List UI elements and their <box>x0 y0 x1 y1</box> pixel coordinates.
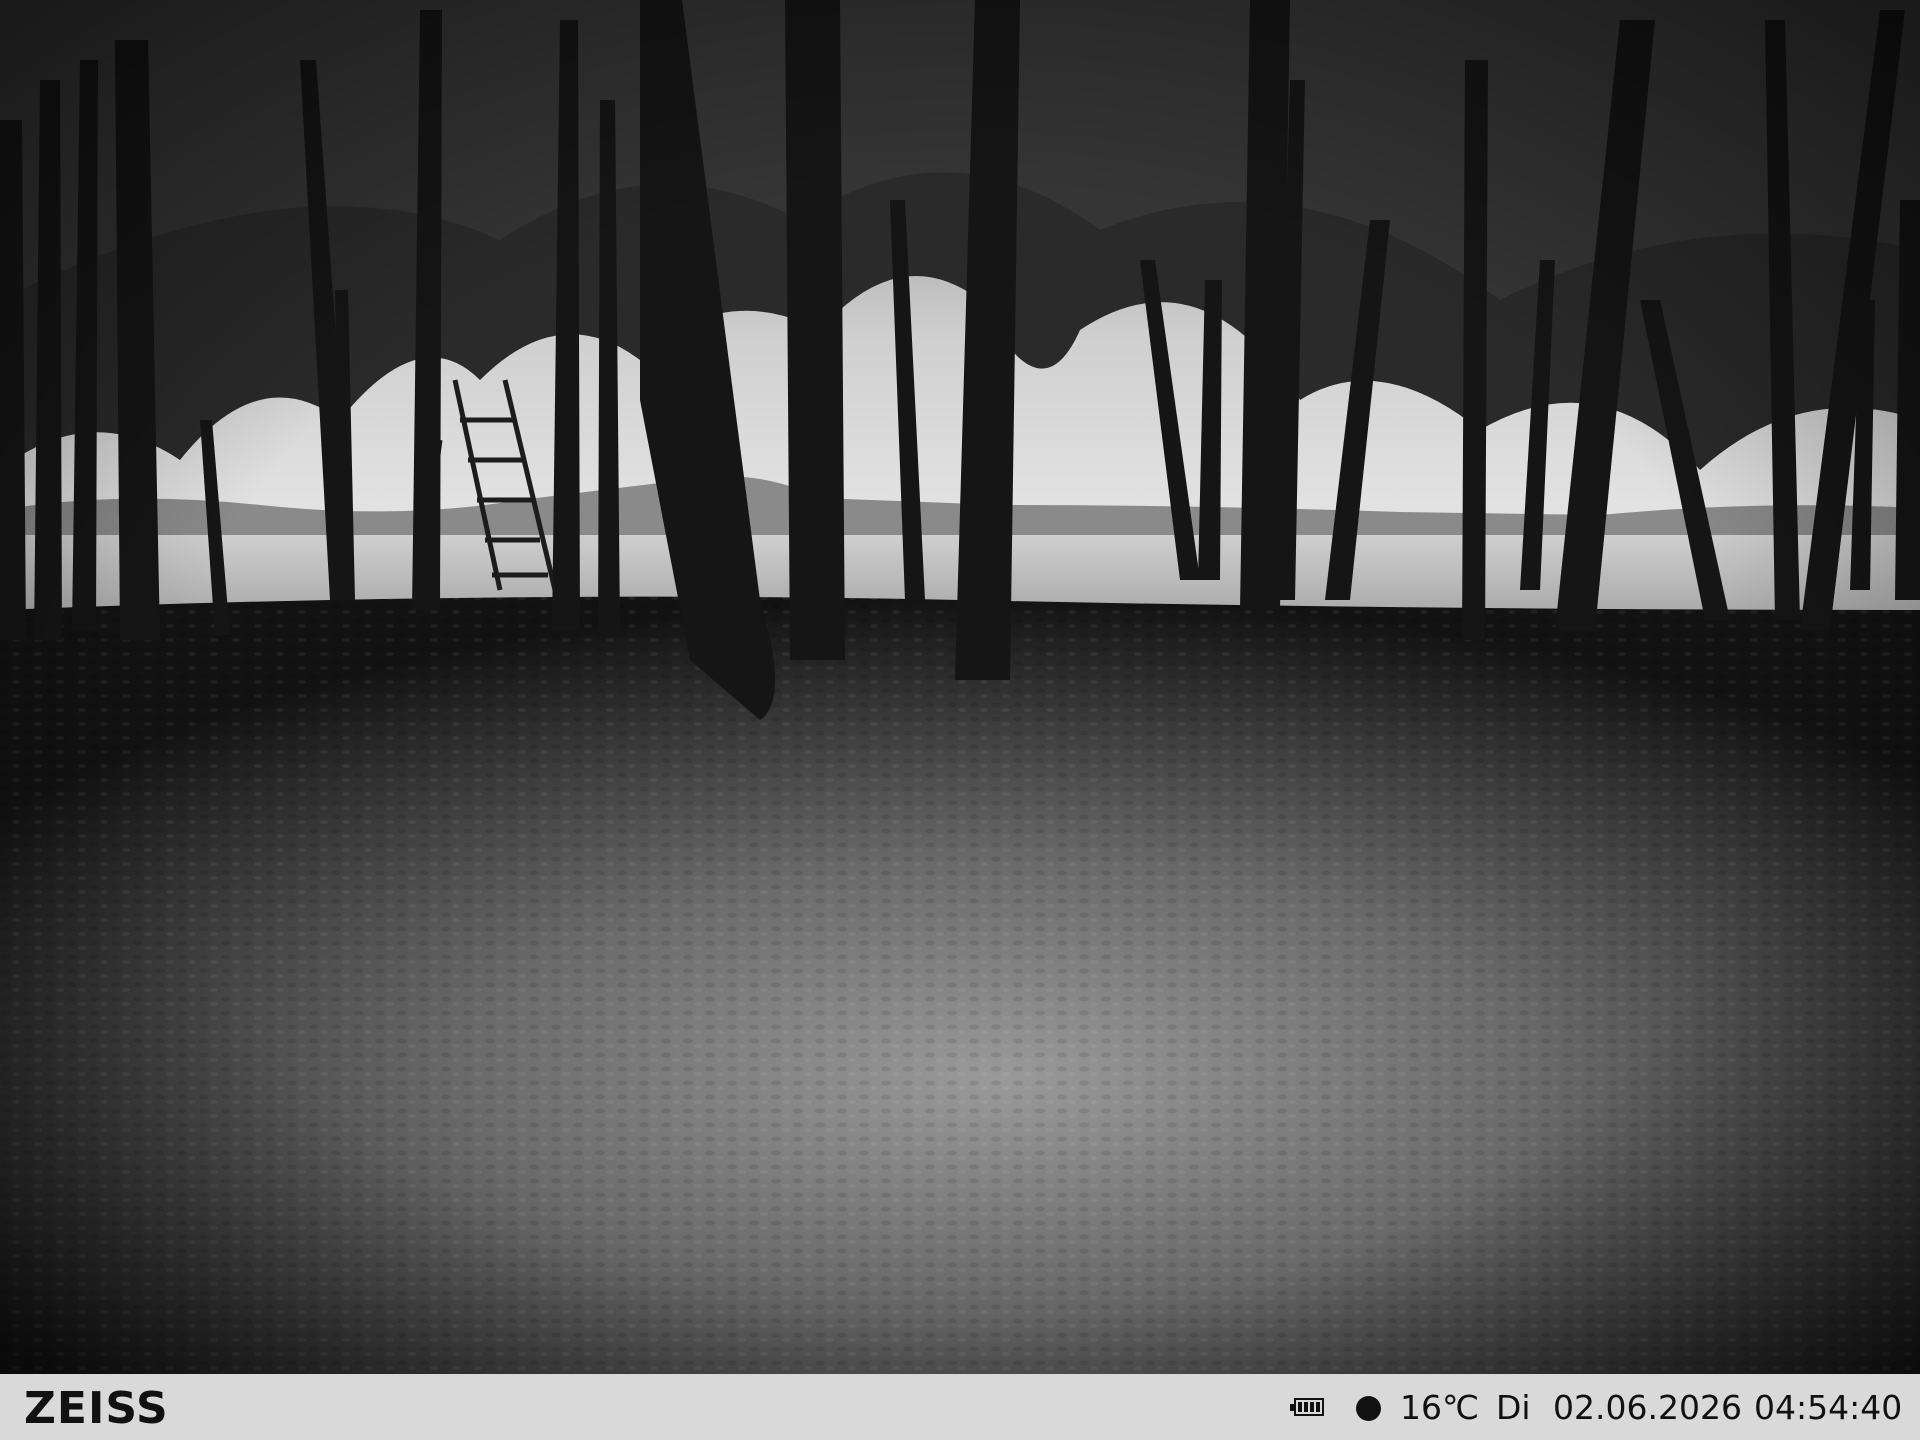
brand-logo: ZEISS <box>24 1383 169 1434</box>
full-moon-icon <box>1356 1396 1381 1421</box>
camera-info-bar: ZEISS 16℃ Di 02.06.2026 04:54:40 <box>0 1374 1920 1440</box>
trail-camera-frame: ZEISS 16℃ Di 02.06.2026 04:54:40 <box>0 0 1920 1440</box>
forest-night-photo <box>0 0 1920 1374</box>
weekday-label: Di <box>1496 1388 1531 1427</box>
temperature-readout: 16℃ <box>1400 1388 1480 1427</box>
battery-full-icon <box>1290 1398 1324 1416</box>
date-readout: 02.06.2026 <box>1553 1388 1742 1427</box>
time-readout: 04:54:40 <box>1754 1388 1903 1427</box>
